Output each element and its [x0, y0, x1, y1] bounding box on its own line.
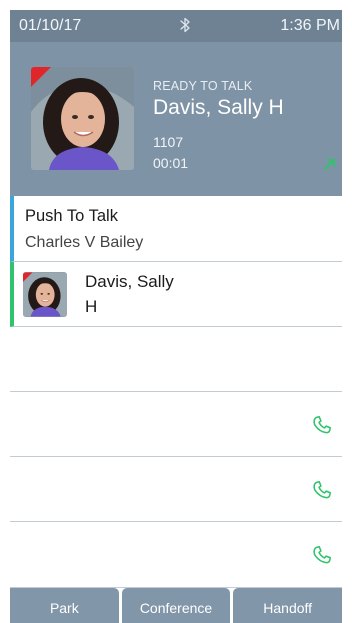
handoff-button[interactable]: Handoff	[233, 588, 342, 623]
list-item[interactable]	[10, 327, 342, 392]
phone-screen: 01/10/17 1:36 PM READY TO TALK Davis, Sa…	[10, 10, 342, 623]
contact-name: Davis, Sally H	[85, 272, 174, 316]
outgoing-arrow-icon	[324, 159, 335, 170]
status-time: 1:36 PM	[280, 17, 340, 34]
bluetooth-icon	[180, 17, 190, 33]
push-to-talk-row[interactable]: Push To Talk Charles V Bailey	[10, 196, 342, 262]
contact-avatar	[23, 272, 67, 317]
contact-row[interactable]: Davis, Sally H	[10, 262, 342, 327]
ptt-title: Push To Talk	[25, 207, 118, 225]
softkey-bar: Park Conference Handoff	[10, 588, 342, 623]
caller-extension: 1107	[153, 134, 184, 150]
status-bar: 01/10/17 1:36 PM	[10, 10, 342, 42]
call-timer: 00:01	[153, 155, 189, 171]
phone-icon[interactable]	[311, 479, 333, 501]
phone-icon[interactable]	[311, 414, 333, 436]
contact-photo	[23, 272, 67, 317]
ptt-contact-name: Charles V Bailey	[25, 234, 144, 251]
list-item[interactable]	[10, 457, 342, 522]
caller-photo	[31, 67, 134, 170]
call-status: READY TO TALK	[153, 79, 253, 93]
active-call-header[interactable]: READY TO TALK Davis, Sally H 1107 00:01	[10, 42, 342, 196]
phone-icon[interactable]	[311, 544, 333, 566]
park-button[interactable]: Park	[10, 588, 119, 623]
caller-avatar	[31, 67, 134, 170]
caller-name: Davis, Sally H	[153, 96, 284, 119]
conference-button[interactable]: Conference	[121, 588, 231, 623]
list-item[interactable]	[10, 392, 342, 457]
list-item[interactable]	[10, 522, 342, 588]
status-date: 01/10/17	[19, 17, 82, 34]
